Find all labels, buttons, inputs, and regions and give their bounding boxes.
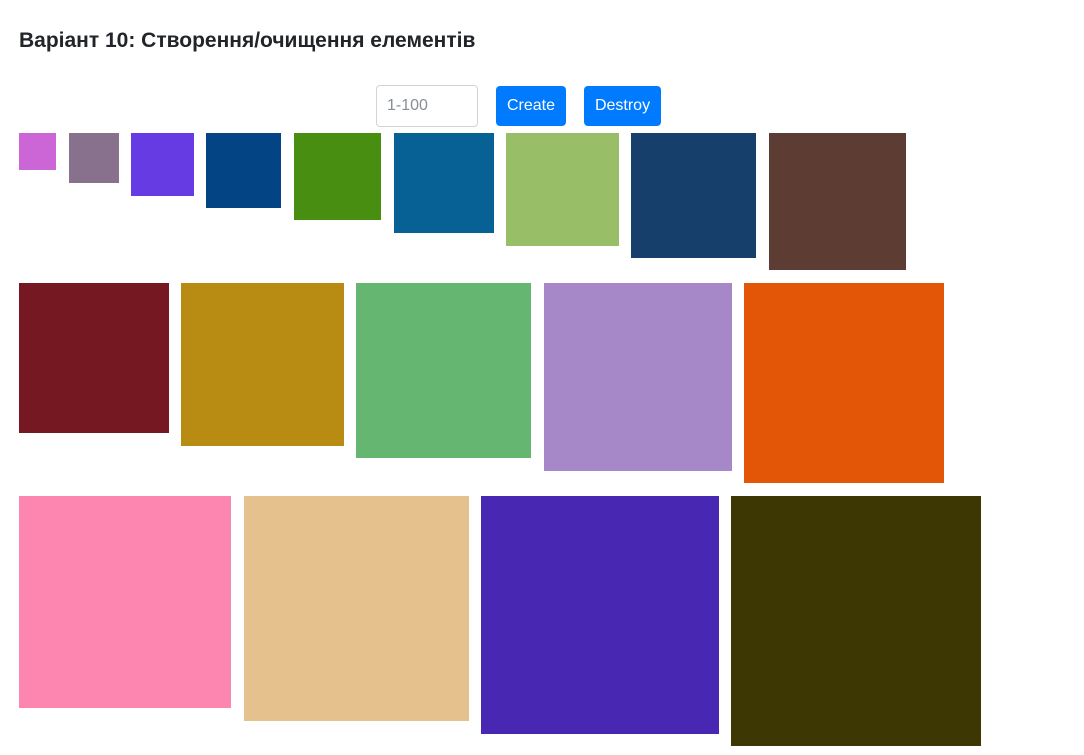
- color-box: [769, 133, 906, 270]
- color-box: [506, 133, 619, 246]
- color-box: [394, 133, 494, 233]
- destroy-button[interactable]: Destroy: [584, 86, 661, 126]
- color-box: [19, 496, 231, 708]
- color-box: [19, 283, 169, 433]
- color-box: [244, 496, 469, 721]
- amount-input[interactable]: [376, 85, 478, 127]
- color-box: [544, 283, 732, 471]
- color-box: [631, 133, 756, 258]
- color-box: [181, 283, 344, 446]
- color-box: [744, 283, 944, 483]
- page-title: Варіант 10: Створення/очищення елементів: [19, 29, 476, 52]
- color-box: [69, 133, 119, 183]
- color-box: [731, 496, 981, 746]
- color-box: [356, 283, 531, 458]
- color-box: [481, 496, 719, 734]
- create-button[interactable]: Create: [496, 86, 566, 126]
- color-box: [131, 133, 194, 196]
- color-box: [19, 133, 56, 170]
- color-box: [294, 133, 381, 220]
- color-box: [206, 133, 281, 208]
